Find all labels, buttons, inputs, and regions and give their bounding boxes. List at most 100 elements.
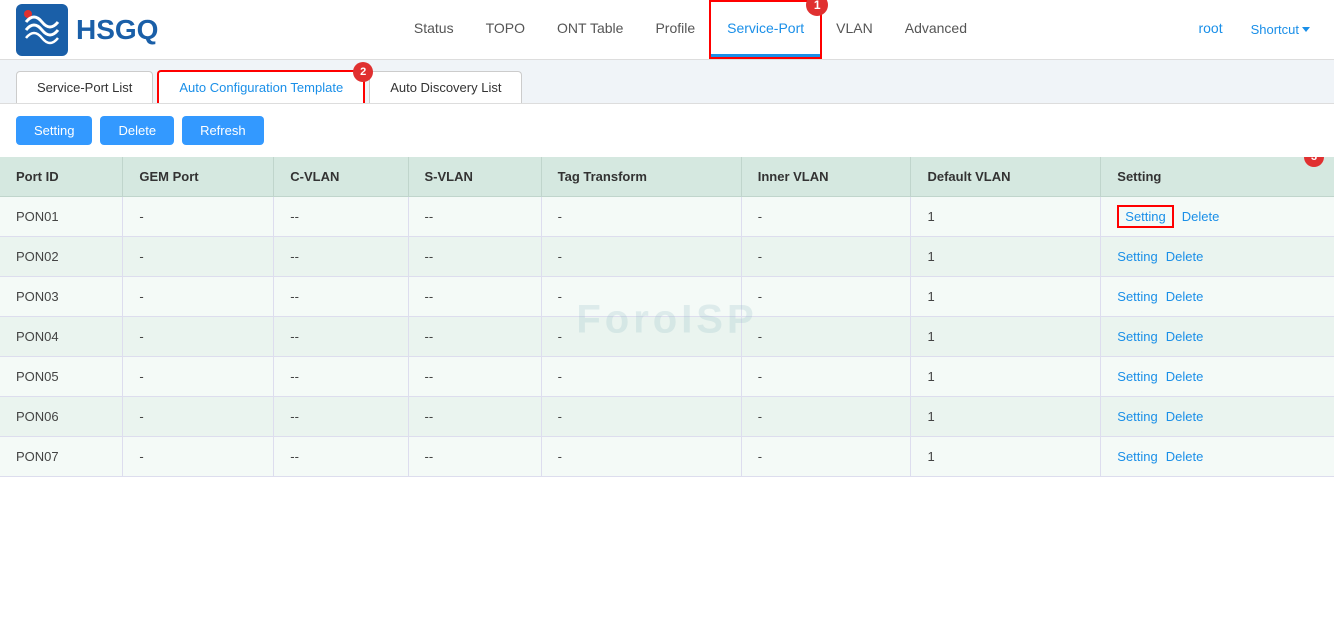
cell-tag-transform: - [541, 357, 741, 397]
chevron-down-icon [1302, 27, 1310, 32]
cell-port-id: PON02 [0, 237, 123, 277]
cell-tag-transform: - [541, 237, 741, 277]
action-setting-link[interactable]: Setting [1117, 329, 1157, 344]
cell-default-vlan: 1 [911, 437, 1101, 477]
col-gem-port: GEM Port [123, 157, 274, 197]
nav-right: root Shortcut [1182, 2, 1318, 57]
cell-port-id: PON07 [0, 437, 123, 477]
col-setting: Setting 3 [1101, 157, 1334, 197]
col-default-vlan: Default VLAN [911, 157, 1101, 197]
data-table-wrap: Port ID GEM Port C-VLAN S-VLAN Tag Trans… [0, 157, 1334, 493]
table-row: PON04-------1SettingDelete [0, 317, 1334, 357]
cell-default-vlan: 1 [911, 317, 1101, 357]
cell-inner-vlan: - [741, 197, 911, 237]
cell-s-vlan: -- [408, 237, 541, 277]
action-setting-link[interactable]: Setting [1117, 409, 1157, 424]
col-c-vlan: C-VLAN [274, 157, 408, 197]
action-delete-link[interactable]: Delete [1166, 329, 1204, 344]
tab-service-port-list[interactable]: Service-Port List [16, 71, 153, 103]
action-setting-link[interactable]: Setting [1117, 369, 1157, 384]
cell-gem-port: - [123, 357, 274, 397]
nav-item-shortcut[interactable]: Shortcut [1243, 4, 1318, 55]
cell-gem-port: - [123, 437, 274, 477]
tab-auto-config-template[interactable]: Auto Configuration Template 2 [157, 70, 365, 103]
cell-inner-vlan: - [741, 317, 911, 357]
main-nav: Status TOPO ONT Table Profile Service-Po… [198, 2, 1182, 57]
toolbar: Setting Delete Refresh [0, 104, 1334, 157]
delete-button[interactable]: Delete [100, 116, 174, 145]
cell-port-id: PON04 [0, 317, 123, 357]
cell-gem-port: - [123, 237, 274, 277]
cell-tag-transform: - [541, 437, 741, 477]
data-table: Port ID GEM Port C-VLAN S-VLAN Tag Trans… [0, 157, 1334, 477]
cell-tag-transform: - [541, 197, 741, 237]
action-delete-link[interactable]: Delete [1166, 409, 1204, 424]
col-s-vlan: S-VLAN [408, 157, 541, 197]
nav-item-root[interactable]: root [1182, 2, 1238, 57]
refresh-button[interactable]: Refresh [182, 116, 264, 145]
brand-name: HSGQ [76, 14, 158, 46]
cell-gem-port: - [123, 197, 274, 237]
cell-s-vlan: -- [408, 277, 541, 317]
nav-item-ont-table[interactable]: ONT Table [541, 2, 639, 57]
cell-s-vlan: -- [408, 357, 541, 397]
action-delete-link[interactable]: Delete [1182, 209, 1220, 224]
action-delete-link[interactable]: Delete [1166, 249, 1204, 264]
cell-actions: Setting Delete [1101, 437, 1334, 477]
nav-item-status[interactable]: Status [398, 2, 470, 57]
table-row: PON03-------1SettingDelete [0, 277, 1334, 317]
cell-default-vlan: 1 [911, 357, 1101, 397]
cell-c-vlan: -- [274, 357, 408, 397]
action-setting-link[interactable]: Setting [1117, 205, 1173, 228]
col-badge-3: 3 [1304, 157, 1324, 167]
cell-c-vlan: -- [274, 197, 408, 237]
setting-button[interactable]: Setting [16, 116, 92, 145]
cell-port-id: PON05 [0, 357, 123, 397]
table-row: PON07-------1SettingDelete [0, 437, 1334, 477]
cell-inner-vlan: - [741, 437, 911, 477]
tab-auto-discovery-list[interactable]: Auto Discovery List [369, 71, 522, 103]
action-delete-link[interactable]: Delete [1166, 369, 1204, 384]
nav-item-vlan[interactable]: VLAN [820, 2, 889, 57]
col-inner-vlan: Inner VLAN [741, 157, 911, 197]
action-setting-link[interactable]: Setting [1117, 289, 1157, 304]
cell-tag-transform: - [541, 317, 741, 357]
nav-item-profile[interactable]: Profile [639, 2, 711, 57]
logo-icon [16, 4, 68, 56]
table-header-row: Port ID GEM Port C-VLAN S-VLAN Tag Trans… [0, 157, 1334, 197]
cell-default-vlan: 1 [911, 397, 1101, 437]
cell-gem-port: - [123, 397, 274, 437]
tab-bar: Service-Port List Auto Configuration Tem… [0, 60, 1334, 104]
cell-actions: Setting Delete [1101, 317, 1334, 357]
cell-c-vlan: -- [274, 317, 408, 357]
cell-c-vlan: -- [274, 237, 408, 277]
table-row: PON02-------1SettingDelete [0, 237, 1334, 277]
table-row: PON01-------1SettingDelete [0, 197, 1334, 237]
cell-default-vlan: 1 [911, 237, 1101, 277]
cell-default-vlan: 1 [911, 197, 1101, 237]
col-port-id: Port ID [0, 157, 123, 197]
nav-item-advanced[interactable]: Advanced [889, 2, 983, 57]
cell-s-vlan: -- [408, 197, 541, 237]
action-delete-link[interactable]: Delete [1166, 449, 1204, 464]
cell-tag-transform: - [541, 277, 741, 317]
cell-s-vlan: -- [408, 397, 541, 437]
cell-s-vlan: -- [408, 317, 541, 357]
logo-area: HSGQ [16, 4, 158, 56]
table-body: PON01-------1SettingDeletePON02-------1S… [0, 197, 1334, 477]
table-row: PON06-------1SettingDelete [0, 397, 1334, 437]
cell-actions: Setting Delete [1101, 397, 1334, 437]
table-row: PON05-------1SettingDelete [0, 357, 1334, 397]
cell-gem-port: - [123, 317, 274, 357]
cell-port-id: PON03 [0, 277, 123, 317]
cell-actions: Setting Delete [1101, 197, 1334, 237]
nav-item-topo[interactable]: TOPO [470, 2, 541, 57]
cell-c-vlan: -- [274, 397, 408, 437]
header: HSGQ Status TOPO ONT Table Profile Servi… [0, 0, 1334, 60]
action-setting-link[interactable]: Setting [1117, 449, 1157, 464]
cell-tag-transform: - [541, 397, 741, 437]
nav-item-service-port[interactable]: Service-Port 1 [711, 2, 820, 57]
action-delete-link[interactable]: Delete [1166, 289, 1204, 304]
action-setting-link[interactable]: Setting [1117, 249, 1157, 264]
cell-inner-vlan: - [741, 237, 911, 277]
